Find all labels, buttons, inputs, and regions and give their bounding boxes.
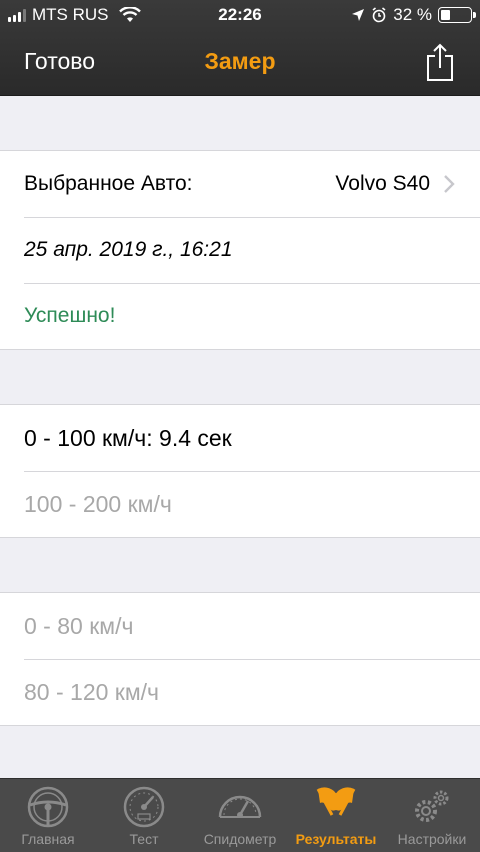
result-row-80-120[interactable]: 80 - 120 км/ч	[0, 659, 480, 725]
section-spacer	[0, 350, 480, 404]
battery-level	[441, 10, 450, 20]
racing-flags-icon	[316, 787, 356, 816]
page-title: Замер	[204, 48, 276, 74]
measurement-date: 25 апр. 2019 г., 16:21	[0, 217, 480, 283]
share-icon[interactable]	[424, 42, 456, 82]
selected-car-row[interactable]: Выбранное Авто: Volvo S40	[0, 151, 480, 217]
results-section-1: 0 - 100 км/ч: 9.4 сек 100 - 200 км/ч	[0, 404, 480, 538]
status-text: Успешно!	[0, 283, 480, 349]
tab-label: Результаты	[295, 831, 377, 847]
status-bar: MTS RUS 22:26 32 %	[0, 0, 480, 32]
battery-icon	[438, 7, 476, 23]
speedometer-dial-icon	[123, 786, 165, 828]
steering-wheel-icon	[27, 786, 69, 828]
result-row-100-200[interactable]: 100 - 200 км/ч	[0, 471, 480, 537]
tab-label: Спидометр	[203, 831, 277, 847]
gears-icon	[415, 790, 449, 822]
tab-settings[interactable]: Настройки	[384, 779, 480, 852]
navigation-bar: MTS RUS 22:26 32 % Готово Замер	[0, 0, 480, 96]
tab-test[interactable]: Тест	[96, 779, 192, 852]
tab-speedometer[interactable]: Спидометр	[192, 779, 288, 852]
measurement-table: Выбранное Авто: Volvo S40 25 апр. 2019 г…	[0, 96, 480, 780]
result-row-0-80[interactable]: 0 - 80 км/ч	[0, 593, 480, 659]
result-row-0-100[interactable]: 0 - 100 км/ч: 9.4 сек	[0, 405, 480, 471]
tab-bar: Главная Тест Спидометр Результаты Настро…	[0, 778, 480, 852]
section-spacer	[0, 726, 480, 780]
tab-label: Тест	[129, 831, 159, 847]
tab-label: Настройки	[397, 831, 467, 847]
location-arrow-icon	[352, 9, 365, 21]
tab-results[interactable]: Результаты	[288, 779, 384, 852]
battery-percentage: 32 %	[393, 5, 432, 24]
alarm-clock-icon	[372, 7, 386, 23]
tab-home[interactable]: Главная	[0, 779, 96, 852]
section-spacer	[0, 538, 480, 592]
tab-label: Главная	[21, 831, 75, 847]
details-section: Выбранное Авто: Volvo S40 25 апр. 2019 г…	[0, 150, 480, 350]
selected-car-label: Выбранное Авто:	[24, 172, 193, 195]
section-spacer	[0, 96, 480, 150]
chevron-right-icon	[444, 175, 455, 193]
selected-car-value: Volvo S40	[335, 172, 430, 195]
results-section-2: 0 - 80 км/ч 80 - 120 км/ч	[0, 592, 480, 726]
gauge-icon	[218, 795, 262, 818]
